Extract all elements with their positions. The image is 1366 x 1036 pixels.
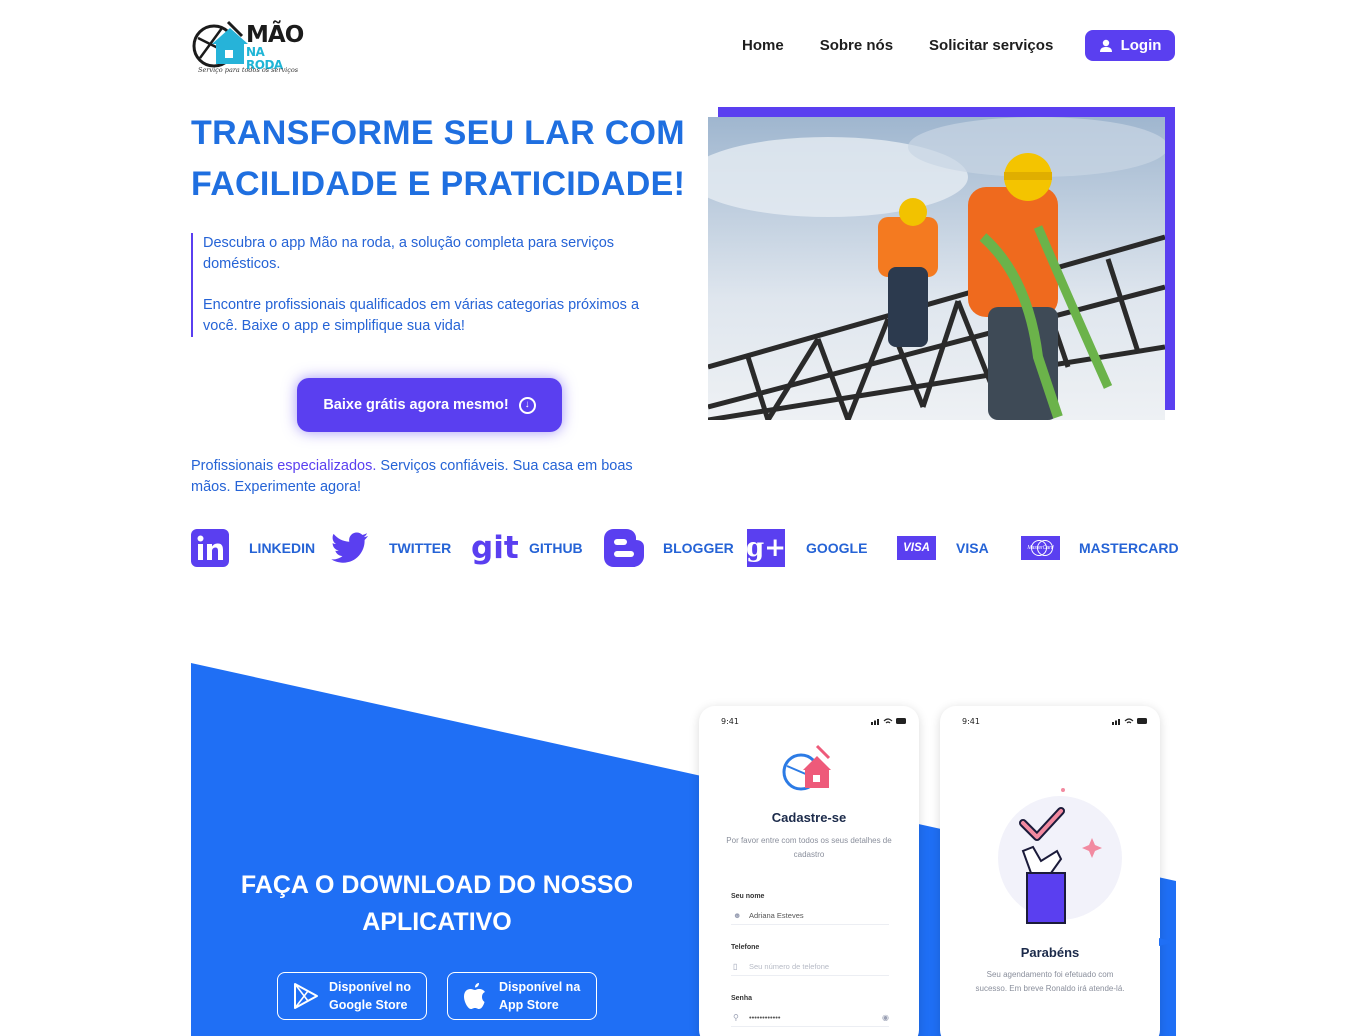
- app-store-line1: Disponível na: [499, 980, 581, 994]
- signup-title: Cadastre-se: [771, 810, 847, 825]
- brand-logo[interactable]: MÃO NA RODA Serviço para todos os serviç…: [192, 16, 304, 78]
- arrow-right-icon: [1159, 938, 1175, 946]
- name-field[interactable]: ☻ Adriana Esteves: [731, 911, 889, 925]
- hero-description: Descubra o app Mão na roda, a solução co…: [191, 233, 671, 337]
- nav-home[interactable]: Home: [742, 37, 784, 54]
- social-label-twitter: TWITTER: [389, 540, 452, 556]
- phone-placeholder: Seu número de telefone: [749, 962, 830, 971]
- main-nav: Home Sobre nós Solicitar serviços: [742, 30, 1089, 61]
- google-plus-icon: g+: [746, 529, 786, 567]
- password-label: Senha: [731, 995, 753, 1002]
- social-label-github: GITHUB: [529, 540, 583, 556]
- phone-time: 9:41: [721, 717, 739, 726]
- status-bar-icons-2: [1112, 718, 1147, 725]
- name-value: Adriana Esteves: [749, 911, 804, 920]
- person-icon: ☻: [733, 911, 742, 920]
- visa-icon: VISA: [897, 536, 936, 560]
- social-links: LINKEDIN TWITTER git GITHUB BLOGGER g+ G…: [191, 528, 1179, 568]
- social-google[interactable]: g+ GOOGLE: [746, 528, 868, 568]
- key-icon: ⚲: [733, 1013, 739, 1022]
- arrow-down-circle-icon: ↓: [518, 396, 536, 414]
- name-label: Seu nome: [731, 893, 765, 900]
- nav-sobre-nos[interactable]: Sobre nós: [820, 37, 893, 54]
- cta-label: Baixe grátis agora mesmo!: [323, 397, 509, 413]
- linkedin-icon: [191, 529, 229, 567]
- app-store-line2: App Store: [499, 998, 559, 1012]
- signup-subtitle: Por favor entre com todos os seus detalh…: [726, 836, 892, 859]
- google-store-button[interactable]: Disponível no Google Store: [277, 972, 427, 1020]
- house-tools-logo-icon: [192, 20, 248, 68]
- hero-title: TRANSFORME SEU LAR COM FACILIDADE E PRAT…: [191, 114, 686, 203]
- google-store-line1: Disponível no: [329, 980, 411, 994]
- social-label-linkedin: LINKEDIN: [249, 540, 316, 556]
- logo-title: MÃO: [246, 22, 304, 48]
- login-button[interactable]: Login: [1085, 30, 1175, 61]
- social-label-google: GOOGLE: [806, 540, 868, 556]
- hero-paragraph-1: Descubra o app Mão na roda, a solução co…: [203, 235, 615, 272]
- phone-field[interactable]: ▯ Seu número de telefone: [731, 962, 889, 976]
- social-linkedin[interactable]: LINKEDIN: [191, 528, 315, 568]
- blogger-icon: [604, 529, 644, 567]
- mastercard-icon: MasterCard: [1021, 536, 1060, 560]
- status-bar-icons: [871, 718, 906, 725]
- phone-mockup-success: 9:41 Parabéns Seu agendamento foi efetua…: [940, 706, 1160, 1036]
- login-label: Login: [1120, 37, 1162, 54]
- download-cta-button[interactable]: Baixe grátis agora mesmo! ↓: [297, 378, 562, 432]
- social-visa[interactable]: VISA VISA: [897, 528, 989, 568]
- hero-paragraph-2: Encontre profissionais qualificados em v…: [203, 297, 640, 334]
- eye-icon[interactable]: ◉: [882, 1013, 889, 1022]
- social-twitter[interactable]: TWITTER: [331, 528, 451, 568]
- apple-icon: [464, 983, 485, 1009]
- tagline-emphasis: especializados.: [277, 458, 377, 474]
- social-blogger[interactable]: BLOGGER: [604, 528, 734, 568]
- google-play-icon: [294, 983, 318, 1009]
- password-field[interactable]: ⚲ •••••••••••• ◉: [731, 1013, 889, 1027]
- phone-mockup-signup: 9:41 Cadastre-se Por favor entre com tod…: [699, 706, 919, 1036]
- success-title: Parabéns: [1020, 945, 1080, 960]
- hero-tagline: Profissionais especializados. Serviços c…: [191, 456, 651, 498]
- phone-icon: ▯: [733, 962, 738, 971]
- social-label-visa: VISA: [956, 540, 989, 556]
- download-title: FAÇA O DOWNLOAD DO NOSSO APLICATIVO: [240, 871, 634, 936]
- nav-solicitar-servicos[interactable]: Solicitar serviços: [929, 37, 1053, 54]
- success-check-illustration: [998, 788, 1122, 924]
- logo-tagline: Serviço para todos os serviços: [198, 66, 299, 74]
- twitter-icon: [331, 532, 368, 563]
- app-store-button[interactable]: Disponível na App Store: [447, 972, 597, 1020]
- password-value: ••••••••••••: [749, 1013, 781, 1022]
- phone-label: Telefone: [731, 944, 760, 951]
- phone-time-2: 9:41: [962, 717, 980, 726]
- google-store-line2: Google Store: [329, 998, 408, 1012]
- download-section: FAÇA O DOWNLOAD DO NOSSO APLICATIVO Disp…: [191, 663, 1176, 1036]
- user-icon: [1099, 39, 1112, 52]
- success-message: Seu agendamento foi efetuado com sucesso…: [975, 970, 1125, 993]
- social-label-mastercard: MASTERCARD: [1079, 540, 1179, 556]
- github-icon: git: [471, 530, 519, 566]
- social-mastercard[interactable]: MasterCard MASTERCARD: [1021, 528, 1179, 568]
- social-label-blogger: BLOGGER: [663, 540, 734, 556]
- hero-workers-image: [708, 117, 1165, 420]
- app-logo-icon: [782, 744, 831, 791]
- tagline-start: Profissionais: [191, 458, 278, 474]
- social-github[interactable]: git GITHUB: [471, 528, 583, 568]
